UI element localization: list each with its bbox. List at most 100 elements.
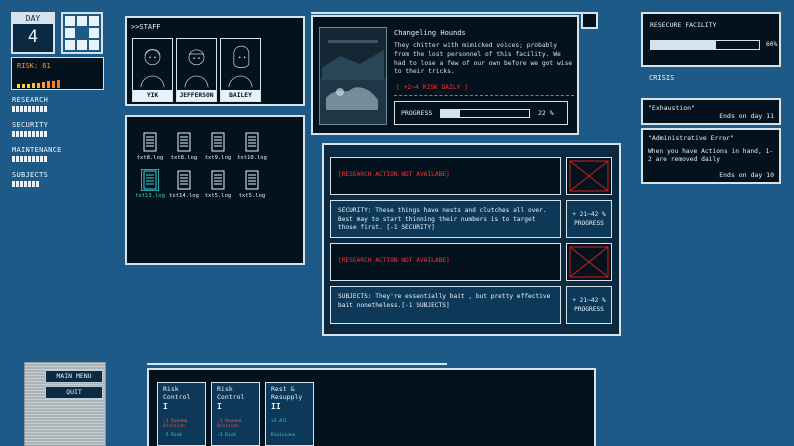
staff-name: YIK [133,90,172,101]
reward-value: + 21~42 % [572,211,606,218]
stat-bar [36,181,39,187]
staff-card-jefferson[interactable]: JEFFERSON [176,38,217,102]
action-reward: + 21~42 % PROGRESS [566,200,612,238]
stat-bars [12,131,102,137]
action-option[interactable]: SUBJECTS: They're essentially bait , but… [330,286,561,324]
log-file[interactable]: txt10.log [237,131,267,161]
facility-value: 60% [766,41,778,48]
log-file-name: txt8.log [136,155,164,161]
main-menu-button[interactable]: MAIN MENU [45,370,103,383]
event-title: Changeling Hounds [394,29,466,37]
quit-button[interactable]: QUIT [45,386,103,399]
stat-bar [36,106,39,112]
log-file-name: txt13.log [135,193,165,199]
crisis-title: "Administrative Error" [648,134,735,142]
log-file[interactable]: txt8.log [169,131,199,161]
card-effect: -1 Random Division [163,419,188,430]
facility-panel: RESECURE FACILITY 60% [641,12,781,67]
crisis-label: CRISIS [649,74,675,82]
hand-panel: Risk Control I -1 Random Division -5 Risk Ri… [147,368,596,446]
stat-bar [40,131,43,137]
crisis-item[interactable]: "Exhaustion" Ends on day 11 [641,98,781,125]
log-file[interactable]: txt8.log [135,131,165,161]
stat-label: SECURITY [12,121,49,129]
action-text: [RESEARCH ACTION NOT AVAILABE] [338,171,450,178]
action-option[interactable]: SECURITY: These things have nests and cl… [330,200,561,238]
log-file-name: txt5.log [238,193,266,199]
action-card[interactable]: Risk Control I -1 Random Division -3 Risk [211,382,260,446]
action-locked: [RESEARCH ACTION NOT AVAILABE] [330,243,561,281]
stat-bar [20,131,23,137]
close-icon[interactable] [581,12,598,29]
staff-portrait [184,49,209,88]
progress-value: 22 % [538,109,554,117]
division-stats: RESEARCH SECURITY MAINTENANCE SUBJECTS [12,96,102,191]
stat-bar [28,181,31,187]
locked-x-icon [566,243,612,281]
staff-card-bailey[interactable]: BAILEY [220,38,261,102]
document-icon [141,169,159,191]
stat-bar [16,181,19,187]
card-effect: +2 All [271,419,288,424]
log-file-name: txt10.log [237,155,267,161]
log-file-name: txt14.log [169,193,199,199]
document-icon [143,132,157,152]
reward-label: PROGRESS [574,306,604,313]
log-file-name: txt8.log [170,155,198,161]
staff-portrait [140,49,165,88]
day-label: DAY [13,14,53,24]
stat-bar [24,181,27,187]
log-file[interactable]: txt5.log [203,169,233,199]
progress-fill [441,110,461,117]
logs-panel: txt8.log txt8.log txt9.log txt10.log txt13.l… [125,115,305,265]
stat-bar [28,131,31,137]
stat-bar [28,156,31,162]
action-card[interactable]: Risk Control I -1 Random Division -5 Risk [157,382,206,446]
staff-card-yik[interactable]: YIK [132,38,173,102]
action-row: [RESEARCH ACTION NOT AVAILABE] [330,157,620,195]
facility-label: RESECURE FACILITY [650,21,717,29]
stat-maintenance: MAINTENANCE [12,146,102,162]
card-effect: Divisions [271,433,296,438]
stat-bars [12,106,102,112]
stat-bar [44,131,47,137]
action-text: [RESEARCH ACTION NOT AVAILABE] [338,257,450,264]
stat-bars [12,181,102,187]
log-file[interactable]: txt14.log [169,169,199,199]
staff-name: JEFFERSON [177,90,216,101]
facility-fill [651,41,716,49]
risk-meter: RISK: 61 [11,57,104,90]
crisis-ends: Ends on day 11 [719,112,774,120]
stat-bar [20,181,23,187]
staff-portrait [228,45,253,88]
stat-bar [24,131,27,137]
crisis-item[interactable]: "Administrative Error" When you have Act… [641,128,781,184]
action-text: SUBJECTS: They're essentially bait , but… [338,293,551,309]
staff-title: >>STAFF [131,23,161,31]
stat-bar [44,156,47,162]
calendar-icon[interactable] [61,12,103,54]
stat-bar [32,181,35,187]
menu-panel: MAIN MENU QUIT [24,362,106,446]
log-file[interactable]: txt5.log [237,169,267,199]
stat-bar [36,156,39,162]
stat-bar [12,156,15,162]
stat-bar [20,156,23,162]
card-effect: -3 Risk [217,433,236,438]
stat-bar [16,156,19,162]
stat-security: SECURITY [12,121,102,137]
reward-label: PROGRESS [574,220,604,227]
card-title: Rest & Resupply [271,385,303,401]
stat-bar [44,106,47,112]
stat-bar [12,181,15,187]
action-card[interactable]: Rest & Resupply II +2 All Divisions [265,382,314,446]
document-icon [211,132,225,152]
log-file[interactable]: txt13.log [135,169,165,199]
stat-bar [12,106,15,112]
locked-x-icon [566,157,612,195]
stat-bar [20,106,23,112]
log-file[interactable]: txt9.log [203,131,233,161]
stat-bar [32,131,35,137]
card-effect: -1 Random Division [217,419,242,430]
stat-bar [16,106,19,112]
